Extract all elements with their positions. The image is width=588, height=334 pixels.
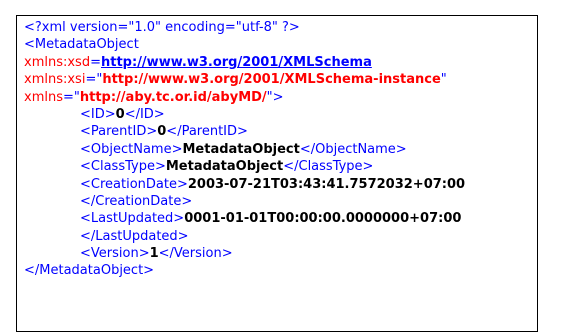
last-updated-open-tag: <LastUpdated> [80,211,185,227]
id-close-tag: </ID> [124,106,165,122]
class-type-value: MetadataObject [165,159,284,175]
namespace-default-eq: =" [62,89,80,105]
creation-date-close-tag: </CreationDate> [80,193,193,209]
id-value: 0 [115,106,125,122]
object-name-open-tag: <ObjectName> [80,141,183,157]
element-object-name: <ObjectName>MetadataObject</ObjectName> [24,141,465,158]
element-version: <Version>1</Version> [24,245,465,262]
parent-id-value: 0 [157,124,167,140]
element-creation-date: <CreationDate>2003-07-21T03:43:41.757203… [24,176,465,193]
root-open-tag: <MetadataObject [24,37,139,53]
xml-declaration: <?xml version="1.0" encoding="utf-8" ?> [24,20,300,35]
namespace-default-end: "> [266,89,284,105]
creation-date-open-tag: <CreationDate> [80,176,188,192]
namespace-default-attr: xmlns [24,89,63,105]
namespace-xsi-eq: =" [85,72,103,88]
parent-id-open-tag: <ParentID> [80,124,158,140]
xml-document-frame: <?xml version="1.0" encoding="utf-8" ?> … [16,15,538,332]
namespace-xsi-value: http://www.w3.org/2001/XMLSchema-instanc… [102,72,441,88]
id-open-tag: <ID> [80,106,116,122]
namespace-default-value: http://aby.tc.or.id/abyMD/ [79,89,267,105]
last-updated-close-tag: </LastUpdated> [80,228,189,244]
namespace-xsd: xmlns:xsd=http://www.w3.org/2001/XMLSche… [24,54,465,71]
namespace-xsd-eq: = [90,54,101,70]
element-class-type: <ClassType>MetadataObject</ClassType> [24,158,465,175]
namespace-xsi-attr: xmlns:xsi [24,72,86,88]
object-name-close-tag: </ObjectName> [299,141,407,157]
version-open-tag: <Version> [80,246,150,262]
namespace-default: xmlns="http://aby.tc.or.id/abyMD/"> [24,89,465,106]
element-id: <ID>0</ID> [24,106,465,123]
parent-id-close-tag: </ParentID> [166,124,248,140]
version-close-tag: </Version> [158,246,233,262]
xml-document-text: <?xml version="1.0" encoding="utf-8" ?> … [24,19,465,280]
namespace-xsd-link[interactable]: http://www.w3.org/2001/XMLSchema [101,55,372,70]
object-name-value: MetadataObject [182,141,300,157]
namespace-xsi-end: " [440,72,447,88]
element-parent-id: <ParentID>0</ParentID> [24,123,465,140]
class-type-open-tag: <ClassType> [80,159,166,175]
last-updated-value: 0001-01-01T00:00:00.0000000+07:00 [184,211,462,227]
namespace-xsd-attr: xmlns:xsd [24,54,91,70]
version-value: 1 [149,246,159,262]
element-last-updated: <LastUpdated>0001-01-01T00:00:00.0000000… [24,210,465,227]
root-close-tag: </MetadataObject> [24,263,155,279]
namespace-xsi: xmlns:xsi="http://www.w3.org/2001/XMLSch… [24,71,465,88]
creation-date-value: 2003-07-21T03:43:41.7572032+07:00 [187,176,466,192]
class-type-close-tag: </ClassType> [283,159,374,175]
